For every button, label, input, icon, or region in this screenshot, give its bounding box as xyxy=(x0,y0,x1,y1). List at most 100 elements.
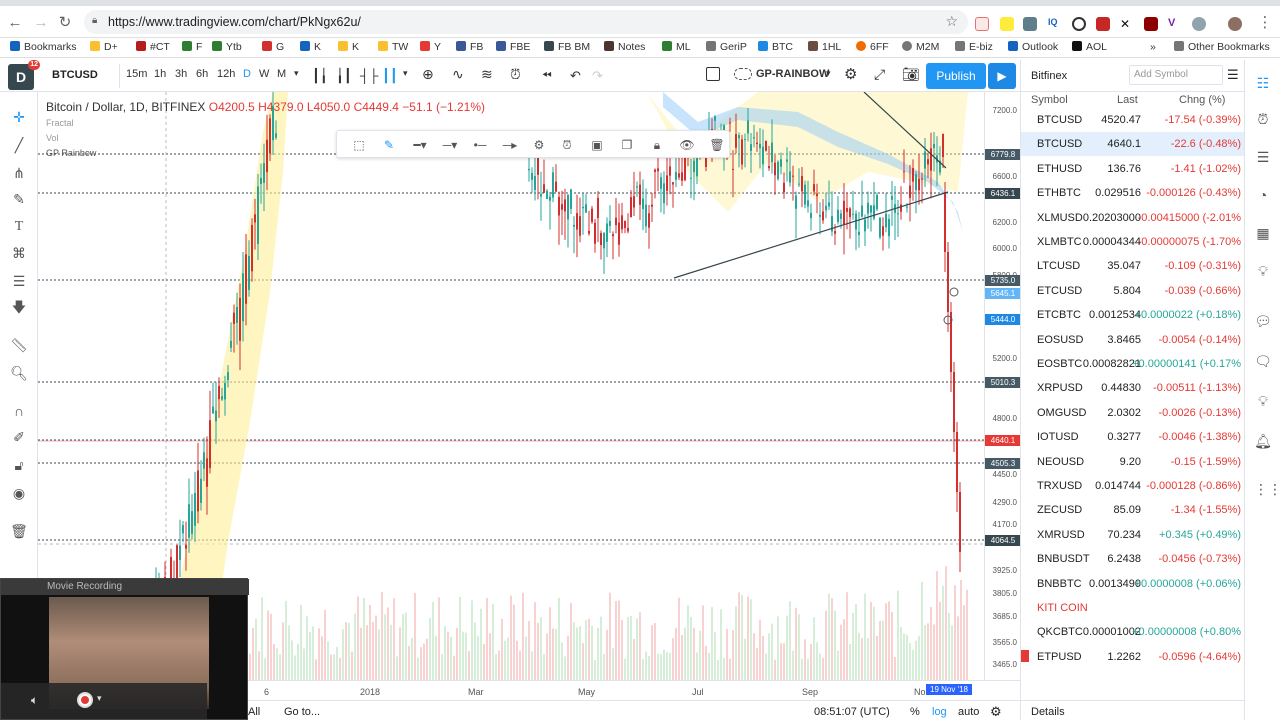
hollow-candles-icon[interactable]: ┃┃ xyxy=(382,68,398,84)
bookmark-item[interactable]: ML xyxy=(662,41,691,55)
bookmark-item[interactable]: Notes xyxy=(604,41,645,55)
gear-icon[interactable]: ⚙ xyxy=(531,137,547,153)
bookmark-item[interactable]: G xyxy=(262,41,284,55)
extension-icon[interactable] xyxy=(1072,17,1086,31)
pencil-lock-icon[interactable]: ✐ xyxy=(10,428,28,446)
bookmark-item[interactable]: FB xyxy=(456,41,483,55)
col-last[interactable]: Last xyxy=(1117,94,1138,106)
bulb-icon[interactable]: 💡︎ xyxy=(1254,392,1272,410)
bookmark-item[interactable]: E-biz xyxy=(955,41,993,55)
more-menu-icon[interactable]: ⋮ xyxy=(1256,14,1274,32)
text-icon[interactable]: T xyxy=(10,218,28,236)
price-scale[interactable]: 7200.06600.06200.06000.05800.05200.04800… xyxy=(984,92,1021,680)
calculator-icon[interactable]: ▦ xyxy=(1254,224,1272,242)
alert-add-icon[interactable]: ⏰︎ xyxy=(559,137,575,153)
visibility-layers-icon[interactable]: ▣ xyxy=(589,137,605,153)
flag-icon[interactable] xyxy=(1021,649,1029,662)
watchlist-row[interactable]: IOTUSD 0.3277 -0.0046 (-1.38%) xyxy=(1021,425,1245,449)
eye-icon[interactable]: ◉ xyxy=(10,484,28,502)
tradingview-logo[interactable]: D 12 xyxy=(8,60,40,90)
bookmark-item[interactable]: M2M xyxy=(902,41,939,55)
interval-1h[interactable]: 1h xyxy=(154,68,166,80)
arrow-down-icon[interactable]: 🡇 xyxy=(10,298,28,316)
auto-toggle[interactable]: auto xyxy=(958,706,979,718)
watchlist-row[interactable]: QKCBTC 0.00001002 +0.00000008 (+0.80% xyxy=(1021,620,1245,644)
trash-icon[interactable]: 🗑︎ xyxy=(10,522,28,540)
interval-12h[interactable]: 12h xyxy=(217,68,235,80)
watchlist-row[interactable]: EOSBTC 0.00082821 +0.00000141 (+0.17% xyxy=(1021,352,1245,376)
indicator-fractal[interactable]: Fractal xyxy=(46,118,74,128)
line-style-icon[interactable]: ─▾ xyxy=(439,137,461,153)
chevron-down-icon[interactable]: ▾ xyxy=(294,68,299,79)
trash-icon[interactable]: 🗑︎ xyxy=(709,137,725,153)
indicator-gp-rainbow[interactable]: GP Rainbow xyxy=(46,148,96,158)
clock-time[interactable]: 08:51:07 (UTC) xyxy=(814,706,890,718)
extension-icon[interactable] xyxy=(1096,17,1110,31)
chevron-down-icon[interactable]: ▾ xyxy=(403,68,408,79)
pitchfork-icon[interactable]: ⋔ xyxy=(10,164,28,182)
bookmark-item[interactable]: TW xyxy=(378,41,408,55)
indicators-icon[interactable]: ∿ xyxy=(452,66,464,83)
symbol-search[interactable]: BTCUSD xyxy=(44,64,120,88)
interval-3h[interactable]: 3h xyxy=(175,68,187,80)
line-width-icon[interactable]: ━▾ xyxy=(409,137,431,153)
bookmark-item[interactable]: 6FF xyxy=(856,41,889,55)
bookmark-item[interactable]: FBE xyxy=(496,41,530,55)
watchlist-row[interactable]: XMRUSD 70.234 +0.345 (+0.49%) xyxy=(1021,523,1245,547)
bookmark-item[interactable]: BTC xyxy=(758,41,793,55)
forward-icon[interactable]: → xyxy=(32,14,50,32)
bookmark-item[interactable]: GeriP xyxy=(706,41,747,55)
watchlist-row[interactable]: ETCUSD 5.804 -0.039 (-0.66%) xyxy=(1021,279,1245,303)
watchlist-row[interactable]: BTCUSD 4520.47 -17.54 (-0.39%) xyxy=(1021,108,1245,132)
pattern-icon[interactable]: ⌘ xyxy=(10,244,28,262)
log-toggle[interactable]: log xyxy=(932,706,947,718)
chat-icon[interactable]: 💬︎ xyxy=(1254,312,1272,330)
bookmark-item[interactable]: Bookmarks xyxy=(10,41,77,55)
gear-icon[interactable]: ⚙ xyxy=(844,65,857,83)
gear-icon[interactable]: ⚙ xyxy=(990,704,1002,720)
bookmark-item[interactable]: K xyxy=(338,41,359,55)
indicator-vol[interactable]: Vol xyxy=(46,133,59,143)
lock-icon[interactable]: 🔓︎ xyxy=(10,456,28,474)
right-end-icon[interactable]: ─▸ xyxy=(499,137,521,153)
candles-icon[interactable]: ┃╽ xyxy=(312,68,328,84)
watchlist-row[interactable]: XLMUSD 0.20203000 -0.00415000 (-2.01% xyxy=(1021,206,1245,230)
extension-icon[interactable]: V xyxy=(1168,17,1182,31)
watchlist-row[interactable]: ZECUSD 85.09 -1.34 (-1.55%) xyxy=(1021,498,1245,522)
replay-icon[interactable]: ⏪︎ xyxy=(542,68,552,83)
publish-button[interactable]: Publish xyxy=(926,63,986,89)
template-icon[interactable]: ⬚ xyxy=(351,137,367,153)
dom-icon[interactable]: ⋮⋮ xyxy=(1254,480,1280,498)
extension-icon[interactable] xyxy=(975,17,989,31)
movie-recording-window[interactable]: Movie Recording 🔈︎ ▾ xyxy=(0,578,249,720)
percent-toggle[interactable]: % xyxy=(910,706,920,718)
extension-icon[interactable] xyxy=(1144,17,1158,31)
chevron-down-icon[interactable]: ▾ xyxy=(97,693,102,704)
bars-icon[interactable]: ╽┃ xyxy=(336,68,352,84)
watchlist-row[interactable]: BNBUSDT 6.2438 -0.0456 (-0.73%) xyxy=(1021,547,1245,571)
bookmark-item[interactable]: AOL xyxy=(1072,41,1107,55)
interval-d[interactable]: D xyxy=(243,68,251,80)
watchlist-row[interactable]: ETHBTC 0.029516 -0.000126 (-0.43%) xyxy=(1021,181,1245,205)
watchlist-row[interactable]: ETHUSD 136.76 -1.41 (-1.02%) xyxy=(1021,157,1245,181)
lock-icon[interactable]: 🔒︎ xyxy=(649,137,665,153)
cloud-icon[interactable] xyxy=(734,68,752,80)
hotlist-icon[interactable]: ◔ xyxy=(1254,186,1272,204)
redo-icon[interactable]: ↷ xyxy=(592,68,603,84)
volume-icon[interactable]: 🔈︎ xyxy=(31,693,38,708)
record-button[interactable] xyxy=(77,692,93,708)
watchlist-row[interactable]: BTCUSD 4640.1 -22.6 (-0.48%) xyxy=(1021,132,1245,157)
extension-icon[interactable] xyxy=(1023,17,1037,31)
interval-w[interactable]: W xyxy=(259,68,269,80)
magnet-icon[interactable]: ∩ xyxy=(10,402,28,420)
trendline-icon[interactable]: ╱ xyxy=(10,136,28,154)
interval-6h[interactable]: 6h xyxy=(196,68,208,80)
ohlc-icon[interactable]: ┤├ xyxy=(360,68,378,83)
avatar[interactable] xyxy=(1228,17,1242,31)
bookmarks-more-button[interactable]: » xyxy=(1150,41,1156,55)
col-change[interactable]: Chng (%) xyxy=(1179,94,1225,106)
notification-bell-icon[interactable]: 🔔︎ xyxy=(1254,432,1272,450)
other-bookmarks[interactable]: Other Bookmarks xyxy=(1174,41,1270,55)
eye-icon[interactable]: 👁︎ xyxy=(679,137,695,153)
bookmark-item[interactable]: K xyxy=(300,41,321,55)
